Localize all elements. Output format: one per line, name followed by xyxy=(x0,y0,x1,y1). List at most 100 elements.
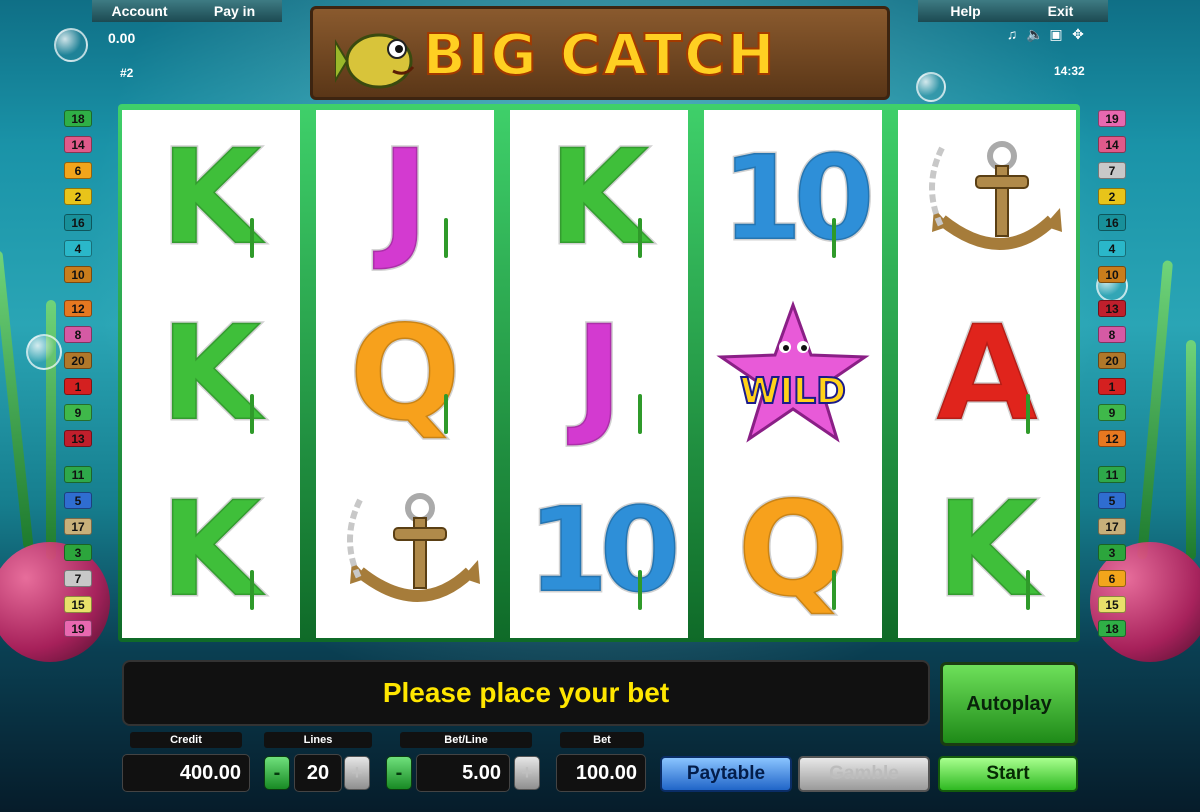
payline-indicator: 4 xyxy=(1098,240,1126,257)
symbol-letter: K xyxy=(546,121,651,275)
toolbar-icons: ♫ 🔈 ▣ ✥ xyxy=(1004,26,1086,42)
symbol-letter: K xyxy=(158,297,263,451)
reel: JQ xyxy=(316,110,494,638)
game-number: #2 xyxy=(120,66,134,80)
reel: AK xyxy=(898,110,1076,638)
bubble-decoration xyxy=(26,334,62,370)
symbol-letter: 10 xyxy=(525,481,682,619)
payline-indicator: 9 xyxy=(1098,404,1126,421)
window-icon[interactable]: ▣ xyxy=(1048,26,1064,42)
autoplay-button[interactable]: Autoplay xyxy=(940,662,1078,746)
symbol-10: 10 xyxy=(510,462,688,638)
symbol-letter: J xyxy=(379,121,431,275)
payline-indicator: 3 xyxy=(1098,544,1126,561)
reel: 10 WILD Q xyxy=(704,110,882,638)
lines-value: 20 xyxy=(294,754,342,792)
grass-decoration xyxy=(638,218,642,258)
payline-indicator: 1 xyxy=(64,378,92,395)
seaweed-decoration xyxy=(1186,340,1196,560)
betline-decrease-button[interactable]: - xyxy=(386,756,412,790)
top-menu-left: Account Pay in xyxy=(92,0,282,22)
payline-indicator: 5 xyxy=(1098,492,1126,509)
reel-area: K K K J Q K J 10 10 WILD Q A K xyxy=(118,104,1080,642)
symbol-letter: K xyxy=(158,121,263,275)
symbol-k: K xyxy=(122,110,300,286)
payline-indicator: 6 xyxy=(64,162,92,179)
symbol-letter: 10 xyxy=(719,129,876,267)
svg-text:WILD: WILD xyxy=(740,371,846,412)
payline-indicator: 10 xyxy=(1098,266,1126,283)
symbol-q: Q xyxy=(316,286,494,462)
logo-title: BIG CATCH xyxy=(422,22,777,89)
reel: KKK xyxy=(122,110,300,638)
paytable-button[interactable]: Paytable xyxy=(660,756,792,792)
symbol-k: K xyxy=(122,286,300,462)
grass-decoration xyxy=(832,570,836,610)
sound-icon[interactable]: 🔈 xyxy=(1026,26,1043,42)
fullscreen-icon[interactable]: ✥ xyxy=(1070,26,1086,42)
clock: 14:32 xyxy=(1054,64,1085,78)
grass-decoration xyxy=(444,394,448,434)
payline-indicator: 12 xyxy=(64,300,92,317)
payline-indicator: 14 xyxy=(64,136,92,153)
lines-increase-button[interactable]: + xyxy=(344,756,370,790)
payline-indicator: 16 xyxy=(64,214,92,231)
symbol-letter: K xyxy=(158,473,263,627)
account-button[interactable]: Account xyxy=(92,3,187,19)
credit-value: 400.00 xyxy=(122,754,250,792)
gamble-button[interactable]: Gamble xyxy=(798,756,930,792)
betline-value: 5.00 xyxy=(416,754,510,792)
bet-label: Bet xyxy=(560,732,644,748)
payline-indicator: 6 xyxy=(1098,570,1126,587)
betline-label: Bet/Line xyxy=(400,732,532,748)
payline-indicator: 1 xyxy=(1098,378,1126,395)
grass-decoration xyxy=(250,218,254,258)
payline-indicator: 17 xyxy=(64,518,92,535)
grass-decoration xyxy=(638,394,642,434)
payline-indicator: 20 xyxy=(64,352,92,369)
payline-indicator: 11 xyxy=(1098,466,1126,483)
grass-decoration xyxy=(832,218,836,258)
symbol-k: K xyxy=(898,462,1076,638)
status-message: Please place your bet xyxy=(122,660,930,726)
grass-decoration xyxy=(250,394,254,434)
payline-indicator: 7 xyxy=(64,570,92,587)
pay-in-button[interactable]: Pay in xyxy=(187,3,282,19)
balance-display: 0.00 xyxy=(108,30,136,46)
symbol-q: Q xyxy=(704,462,882,638)
payline-indicator: 13 xyxy=(64,430,92,447)
payline-indicator: 7 xyxy=(1098,162,1126,179)
grass-decoration xyxy=(1026,570,1030,610)
payline-indicator: 3 xyxy=(64,544,92,561)
top-menu-right: Help Exit xyxy=(918,0,1108,22)
lines-label: Lines xyxy=(264,732,372,748)
start-button[interactable]: Start xyxy=(938,756,1078,792)
payline-indicator: 8 xyxy=(1098,326,1126,343)
betline-increase-button[interactable]: + xyxy=(514,756,540,790)
payline-indicator: 11 xyxy=(64,466,92,483)
grass-decoration xyxy=(1026,394,1030,434)
payline-indicator: 18 xyxy=(64,110,92,127)
fish-icon xyxy=(335,33,415,89)
lines-decrease-button[interactable]: - xyxy=(264,756,290,790)
payline-indicator: 14 xyxy=(1098,136,1126,153)
payline-indicator: 18 xyxy=(1098,620,1126,637)
symbol-k: K xyxy=(510,110,688,286)
exit-button[interactable]: Exit xyxy=(1013,3,1108,19)
symbol-a: A xyxy=(898,286,1076,462)
credit-label: Credit xyxy=(130,732,242,748)
symbol-letter: K xyxy=(934,473,1039,627)
bubble-decoration xyxy=(54,28,88,62)
payline-indicator: 9 xyxy=(64,404,92,421)
anchor-icon xyxy=(316,462,494,638)
music-icon[interactable]: ♫ xyxy=(1004,26,1020,42)
reel: K J 10 xyxy=(510,110,688,638)
help-button[interactable]: Help xyxy=(918,3,1013,19)
symbol-10: 10 xyxy=(704,110,882,286)
payline-indicator: 15 xyxy=(64,596,92,613)
grass-decoration xyxy=(444,218,448,258)
grass-decoration xyxy=(638,570,642,610)
payline-indicator: 12 xyxy=(1098,430,1126,447)
payline-indicator: 13 xyxy=(1098,300,1126,317)
payline-indicator: 15 xyxy=(1098,596,1126,613)
